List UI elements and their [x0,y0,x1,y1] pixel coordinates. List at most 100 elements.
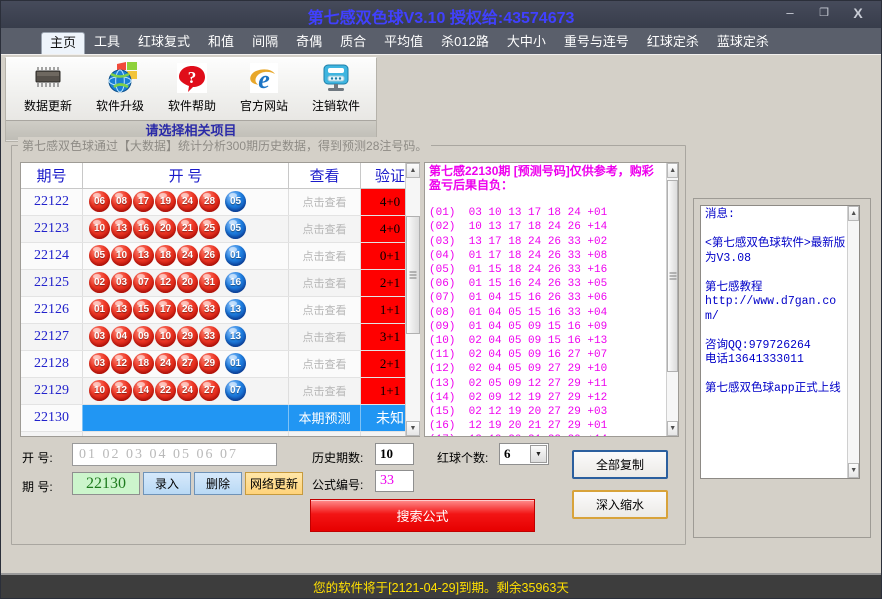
open-number-label: 开 号: [22,451,53,465]
minimize-button[interactable]: – [777,3,803,23]
status-text: 您的软件将于[2121-04-29]到期。剩余35963天 [313,581,569,595]
tab-blue-kill[interactable]: 蓝球定杀 [708,31,778,54]
period-label: 期 号: [22,480,53,494]
toolbar-label-data-update: 数据更新 [23,99,72,113]
toolbar-label-official-website: 官方网站 [239,99,288,113]
scroll-up-button[interactable]: ▲ [406,163,420,178]
red-ball: 12 [155,272,176,294]
tab-average[interactable]: 平均值 [375,31,432,54]
copy-all-button[interactable]: 全部复制 [572,450,668,479]
tab-red-kill[interactable]: 红球定杀 [638,31,708,54]
table-row[interactable]: 22124 05 10 13 18 24 26 01 点击查看 0+1 [21,242,419,270]
message-scroll-down-button[interactable]: ▼ [848,463,859,478]
red-ball: 31 [199,272,220,294]
maximize-button[interactable]: ❐ [811,3,837,23]
analysis-groupbox: 第七感双色球通过【大数据】统计分析300期历史数据，得到预测28注号码。 期号 … [11,137,686,545]
tab-prime[interactable]: 质合 [331,31,375,54]
tab-big-mid-small[interactable]: 大中小 [498,31,555,54]
prediction-lines: (01) 03 10 13 17 18 24 +01 (02) 10 13 17… [429,207,608,436]
enter-button[interactable]: 录入 [143,472,191,495]
history-table: 期号 开 号 查看 验证 22122 06 08 17 19 24 28 05 点击查看 4+0 2… [20,162,420,437]
cell-numbers: 03 12 18 24 27 29 01 [83,350,289,377]
red-ball-count-select[interactable]: 6 ▼ [499,443,549,465]
tab-interval[interactable]: 间隔 [243,31,287,54]
prediction-scroll-track[interactable] [667,178,678,421]
period-input[interactable]: 22130 [72,472,140,495]
prediction-scroll-grip-icon [669,272,677,280]
cell-view-link[interactable]: 点击查看 [289,215,361,242]
open-number-input[interactable]: 01 02 03 04 05 06 07 [72,443,277,466]
table-row[interactable]: 22125 02 03 07 12 20 31 16 点击查看 2+1 [21,269,419,297]
cell-period: 22123 [21,215,83,242]
scroll-thumb[interactable] [406,216,420,334]
network-update-button[interactable]: 网络更新 [245,472,303,495]
tab-tools[interactable]: 工具 [85,31,129,54]
prediction-scroll-up-button[interactable]: ▲ [667,163,678,178]
message-text[interactable]: 消息: <第七感双色球软件>最新版为V3.08 第七感教程 http://www… [701,206,847,478]
prediction-scrollbar[interactable]: ▲ ▼ [666,163,678,436]
message-scroll-up-button[interactable]: ▲ [848,206,859,221]
history-table-scrollbar[interactable]: ▲ ▼ [405,163,420,436]
internet-explorer-icon: e [246,60,282,96]
table-body: 22122 06 08 17 19 24 28 05 点击查看 4+0 22123 10 13 16 20 2… [21,188,419,436]
tab-odd-even[interactable]: 奇偶 [287,31,331,54]
cell-period: 22124 [21,242,83,269]
prediction-scroll-thumb[interactable] [667,180,678,372]
cell-view-link[interactable]: 点击查看 [289,269,361,296]
table-row[interactable]: 22127 03 04 09 10 29 33 13 点击查看 3+1 [21,323,419,351]
cell-numbers: 06 08 17 19 24 28 05 [83,188,289,215]
blue-ball: 05 [225,218,246,240]
cell-view-link[interactable]: 点击查看 [289,377,361,404]
blue-ball: 13 [225,326,246,348]
chevron-down-icon[interactable]: ▼ [530,445,547,463]
toolbar-button-data-update[interactable]: 数据更新 [12,60,84,120]
history-count-input[interactable]: 10 [375,443,414,465]
red-ball: 18 [155,245,176,267]
table-header-row: 期号 开 号 查看 验证 [21,163,419,189]
delete-button[interactable]: 删除 [194,472,242,495]
cell-period: 22126 [21,296,83,323]
blue-ball: 05 [225,191,246,213]
scroll-down-button[interactable]: ▼ [406,421,420,436]
tab-red-multi[interactable]: 红球复式 [129,31,199,54]
table-header-view: 查看 [289,163,361,188]
client-area: 数据更新 软件升级 ? 软件帮助 e 官方网站 注销软件 请选择相关项目 第七感… [1,54,881,573]
message-scrollbar[interactable]: ▲ ▼ [847,206,859,478]
search-formula-button[interactable]: 搜索公式 [310,499,535,532]
red-ball: 24 [155,353,176,375]
cell-view-link[interactable]: 点击查看 [289,242,361,269]
table-row[interactable]: 22129 10 12 14 22 24 27 07 点击查看 1+1 [21,377,419,405]
tab-kill-012[interactable]: 杀012路 [432,31,498,54]
table-row[interactable]: 22122 06 08 17 19 24 28 05 点击查看 4+0 [21,188,419,216]
tab-repeat-consecutive[interactable]: 重号与连号 [555,31,638,54]
prediction-scroll-down-button[interactable]: ▼ [667,421,678,436]
toolbar-button-official-website[interactable]: e 官方网站 [228,60,300,120]
toolbar-button-logout-software[interactable]: 注销软件 [300,60,372,120]
cell-view-link[interactable]: 点击查看 [289,188,361,215]
formula-number-input[interactable]: 33 [375,470,414,492]
table-row[interactable]: 22123 10 13 16 20 21 25 05 点击查看 4+0 [21,215,419,243]
cell-view-link[interactable]: 点击查看 [289,296,361,323]
cell-view-link[interactable]: 点击查看 [289,323,361,350]
toolbar-label-software-help: 软件帮助 [167,99,216,113]
red-ball: 33 [199,326,220,348]
prediction-text[interactable]: 第七感22130期 [预测号码]仅供参考，购彩盈亏后果自负： (01) 03 1… [425,163,666,436]
red-ball: 29 [177,326,198,348]
cell-period: 22122 [21,188,83,215]
message-scroll-track[interactable] [848,221,859,463]
scroll-track[interactable] [406,178,420,421]
cell-period: 22129 [21,377,83,404]
cell-period: 22128 [21,350,83,377]
deep-reduce-button[interactable]: 深入缩水 [572,490,668,519]
table-header-period: 期号 [21,163,83,188]
tab-sum[interactable]: 和值 [199,31,243,54]
tab-home[interactable]: 主页 [41,32,86,55]
toolbar-button-software-help[interactable]: ? 软件帮助 [156,60,228,120]
table-row[interactable]: 22126 01 13 15 17 26 33 13 点击查看 1+1 [21,296,419,324]
cell-view-link[interactable]: 点击查看 [289,350,361,377]
table-row-prediction[interactable]: 22130 本期预测 未知 [21,404,419,432]
toolbar-button-software-upgrade[interactable]: 软件升级 [84,60,156,120]
table-row[interactable]: 22128 03 12 18 24 27 29 01 点击查看 2+1 [21,350,419,378]
close-button[interactable]: X [845,3,871,23]
groupbox-legend: 第七感双色球通过【大数据】统计分析300期历史数据，得到预测28注号码。 [18,137,432,154]
